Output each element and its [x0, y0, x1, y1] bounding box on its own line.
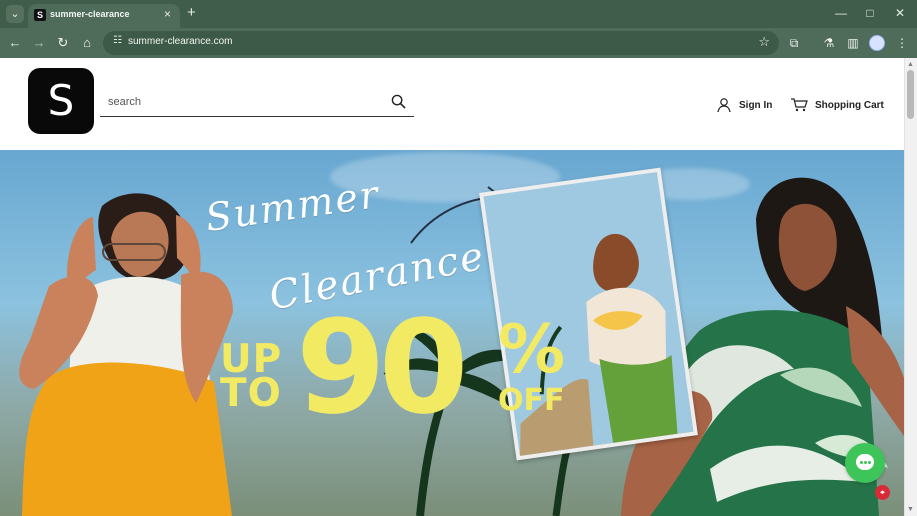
up-to-label: UP TO — [220, 337, 283, 416]
search-icon[interactable] — [391, 94, 406, 109]
minimize-icon[interactable]: — — [829, 4, 853, 22]
maximize-icon[interactable]: □ — [858, 4, 882, 22]
left-model — [19, 193, 233, 516]
chat-button[interactable] — [845, 443, 885, 483]
puzzle-icon[interactable]: ⧉ — [786, 35, 802, 51]
location-badge-icon[interactable]: ⌖ — [875, 485, 890, 500]
summer-clearance-banner[interactable]: Summer Clearance UP TO 90 % OFF — [0, 150, 904, 516]
reload-icon[interactable]: ↻ — [54, 34, 72, 52]
arrow-left-icon[interactable]: ← — [6, 34, 24, 52]
browser-toolbar: ← → ↻ ⌂ ☷ summer-clearance.com ☆ ⧉ ⚗ ▥ ⋮ — [0, 28, 917, 58]
site-settings-icon[interactable]: ☷ — [113, 36, 123, 46]
profile-icon[interactable] — [869, 35, 885, 51]
close-icon[interactable]: × — [164, 7, 171, 21]
off-text: OFF — [498, 383, 565, 418]
search-placeholder[interactable]: search — [108, 96, 141, 108]
close-window-icon[interactable]: ✕ — [888, 4, 912, 22]
sidebar-icon[interactable]: ▥ — [845, 35, 861, 51]
plus-icon[interactable]: + — [187, 4, 196, 21]
percent-symbol: % — [498, 310, 566, 388]
chat-dot — [860, 461, 863, 464]
shopping-cart-label[interactable]: Shopping Cart — [815, 100, 884, 111]
scrollbar-thumb[interactable] — [907, 70, 914, 119]
sign-in-link[interactable]: Sign In — [716, 95, 772, 115]
up-to-text: UP TO — [220, 340, 282, 413]
site-logo[interactable]: S — [28, 68, 94, 134]
address-bar[interactable]: ☷ summer-clearance.com ☆ — [103, 31, 779, 55]
tab-search-button[interactable]: ⌄ — [6, 5, 24, 23]
scroll-down-icon[interactable]: ▼ — [907, 506, 914, 513]
arrow-right-icon[interactable]: → — [30, 34, 48, 52]
sign-in-label[interactable]: Sign In — [739, 100, 772, 111]
flask-icon[interactable]: ⚗ — [821, 35, 837, 51]
browser-tab[interactable]: S summer-clearance × — [28, 4, 180, 28]
vertical-dots-icon[interactable]: ⋮ — [894, 35, 910, 51]
browser-tab-strip: ⌄ S summer-clearance × + — □ ✕ — [0, 0, 917, 28]
discount-percentage: 90 — [296, 293, 469, 443]
site-header: S search Sign In Shopping Cart — [0, 58, 904, 150]
url-text[interactable]: summer-clearance.com — [128, 36, 232, 47]
chat-dot — [868, 461, 871, 464]
shopping-cart-link[interactable]: Shopping Cart — [790, 95, 884, 115]
cart-icon — [791, 98, 808, 112]
scroll-up-icon[interactable]: ▲ — [907, 61, 914, 68]
search-input[interactable]: search — [100, 89, 414, 117]
chat-dot — [864, 461, 867, 464]
site-favicon: S — [34, 9, 46, 21]
page-scrollbar[interactable]: ▲ ▼ — [904, 58, 917, 516]
star-icon[interactable]: ☆ — [758, 34, 770, 50]
chat-icon — [856, 454, 874, 470]
chevron-down-icon: ⌄ — [10, 8, 20, 20]
webpage: S search Sign In Shopping Cart Summer Cl… — [0, 58, 917, 516]
home-icon[interactable]: ⌂ — [78, 34, 96, 52]
tab-title: summer-clearance — [50, 9, 130, 19]
user-icon — [717, 98, 731, 113]
